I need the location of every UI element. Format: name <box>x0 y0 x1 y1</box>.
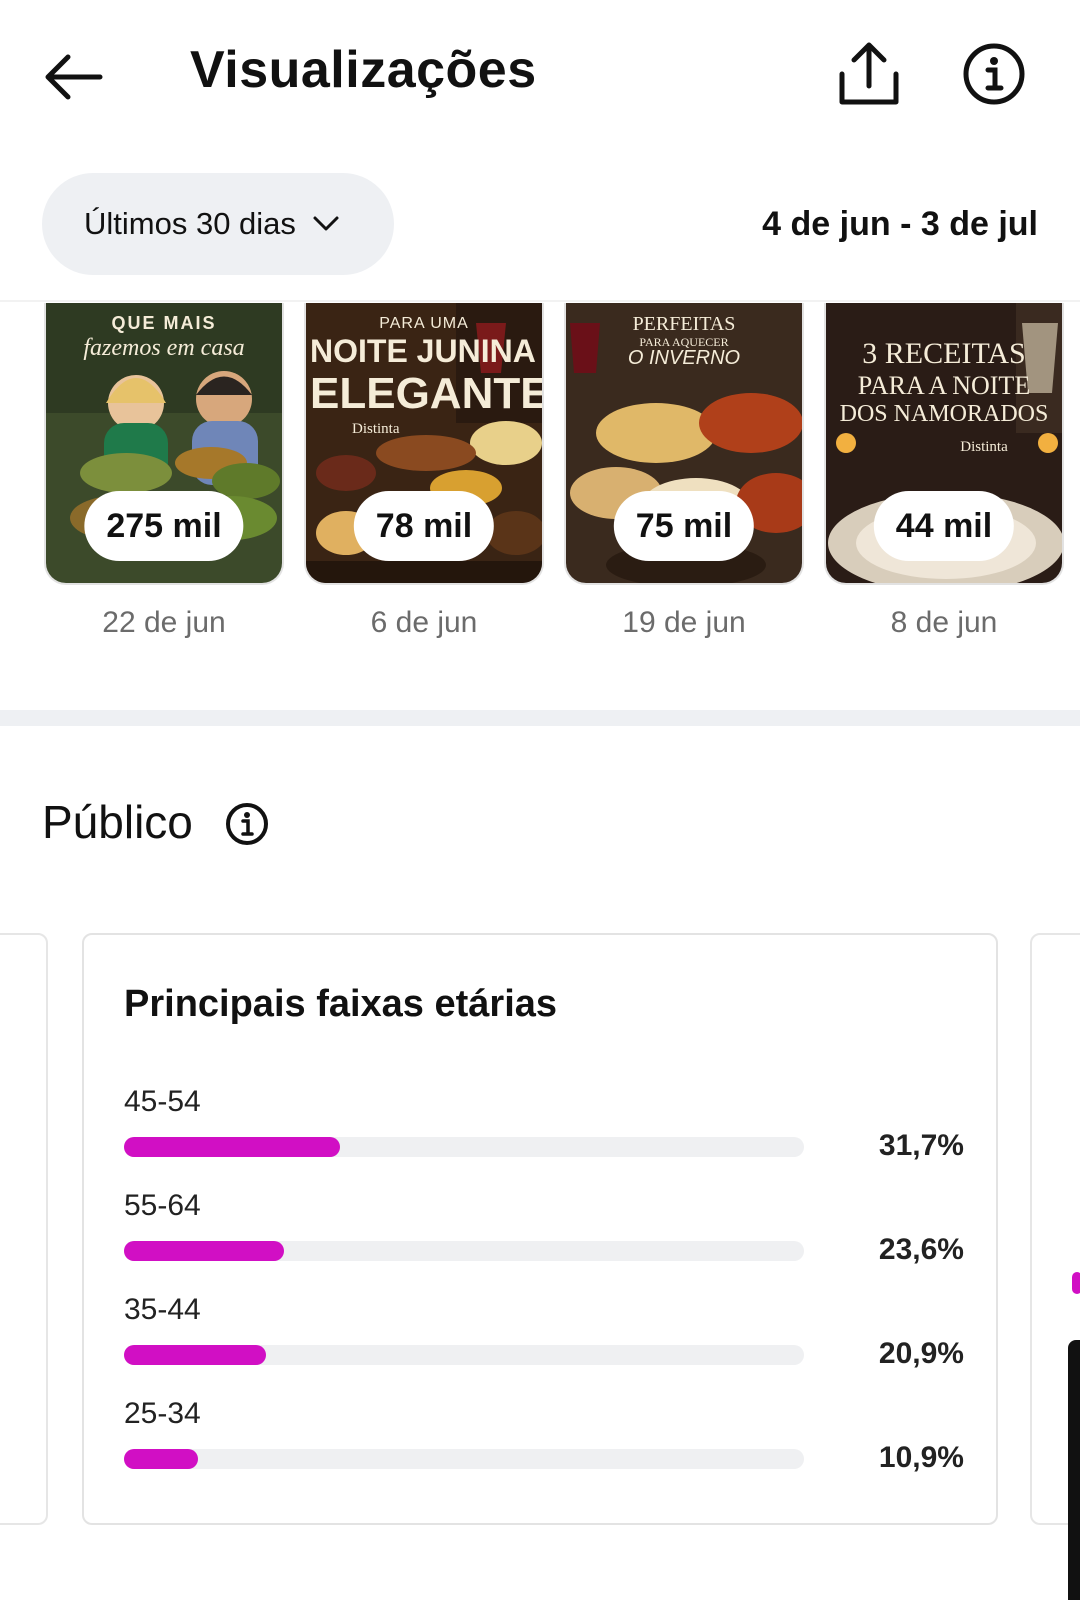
info-icon[interactable] <box>225 802 269 846</box>
age-group-bar-track <box>124 1137 804 1157</box>
section-title: Público <box>42 796 193 848</box>
post-overlay-text: O INVERNO <box>627 347 741 369</box>
age-group-bar-fill <box>124 1137 340 1157</box>
device-edge <box>1068 1340 1080 1600</box>
age-group-percent: 23,6% <box>878 1233 964 1266</box>
view-count-badge: 275 mil <box>84 491 244 561</box>
age-group-bar-track <box>124 1449 804 1469</box>
post-overlay-text: DOS NAMORADOS <box>839 401 1049 427</box>
previous-card[interactable] <box>0 933 48 1525</box>
next-card-bar <box>1072 1272 1080 1294</box>
divider <box>0 300 1080 302</box>
post-overlay-text: QUE MAIS <box>111 313 217 333</box>
view-count-badge: 44 mil <box>873 491 1015 561</box>
post-overlay-text: NOITE JUNINA <box>310 333 536 369</box>
view-count-badge: 75 mil <box>613 491 755 561</box>
age-group-row: 25-34 10,9% <box>124 1397 964 1493</box>
age-group-percent: 20,9% <box>878 1337 964 1370</box>
age-group-label: 45-54 <box>124 1085 201 1118</box>
age-group-label: 55-64 <box>124 1189 201 1222</box>
post-date: 22 de jun <box>102 606 226 639</box>
top-bar: Visualizações <box>0 0 1080 150</box>
info-icon[interactable] <box>962 42 1026 106</box>
arrow-left-icon[interactable] <box>40 42 110 112</box>
post-thumbnail[interactable]: 3 RECEITAS PARA A NOITE DOS NAMORADOS Di… <box>824 303 1064 585</box>
age-group-bar-fill <box>124 1345 266 1365</box>
age-group-bar-fill <box>124 1241 284 1261</box>
age-group-percent: 31,7% <box>878 1129 964 1162</box>
post-date: 19 de jun <box>622 606 746 639</box>
post-overlay-text: fazemos em casa <box>83 335 245 361</box>
date-range-dropdown[interactable]: Últimos 30 dias <box>42 173 394 275</box>
post-overlay-text: PARA A NOITE <box>857 371 1031 400</box>
post-overlay-text: Distinta <box>960 439 1008 455</box>
post-date: 8 de jun <box>890 606 998 639</box>
chevron-down-icon <box>313 216 339 231</box>
post-thumbnail[interactable]: QUE MAIS fazemos em casa 275 mil <box>44 303 284 585</box>
post-overlay-text: PARA UMA <box>379 315 469 332</box>
card-title: Principais faixas etárias <box>124 983 558 1025</box>
view-count-badge: 78 mil <box>353 491 495 561</box>
age-group-bar-fill <box>124 1449 198 1469</box>
age-group-row: 45-54 31,7% <box>124 1085 964 1181</box>
post-thumbnail[interactable]: PARA UMA NOITE JUNINA ELEGANTE Distinta … <box>304 303 544 585</box>
age-group-row: 35-44 20,9% <box>124 1293 964 1389</box>
post-overlay-text: ELEGANTE <box>310 369 544 418</box>
age-group-row: 55-64 23,6% <box>124 1189 964 1285</box>
post-overlay-text: Distinta <box>352 421 400 437</box>
age-group-label: 35-44 <box>124 1293 201 1326</box>
post-date: 6 de jun <box>370 606 478 639</box>
post-thumbnail[interactable]: PERFEITAS PARA AQUECER O INVERNO 75 mil <box>564 303 804 585</box>
section-divider <box>0 710 1080 726</box>
page-title: Visualizações <box>190 41 537 99</box>
date-range-dropdown-label: Últimos 30 dias <box>84 206 296 241</box>
share-icon[interactable] <box>838 40 900 108</box>
post-overlay-text: 3 RECEITAS <box>862 337 1026 370</box>
age-group-percent: 10,9% <box>878 1441 964 1474</box>
top-posts-strip: QUE MAIS fazemos em casa 275 mil PARA UM… <box>0 303 1080 663</box>
age-group-label: 25-34 <box>124 1397 201 1430</box>
age-group-bar-track <box>124 1345 804 1365</box>
post-overlay-text: PERFEITAS <box>632 313 736 335</box>
age-group-bar-track <box>124 1241 804 1261</box>
age-groups-card: Principais faixas etárias 45-54 31,7% 55-6… <box>82 933 998 1525</box>
date-range-text: 4 de jun - 3 de jul <box>762 205 1038 243</box>
